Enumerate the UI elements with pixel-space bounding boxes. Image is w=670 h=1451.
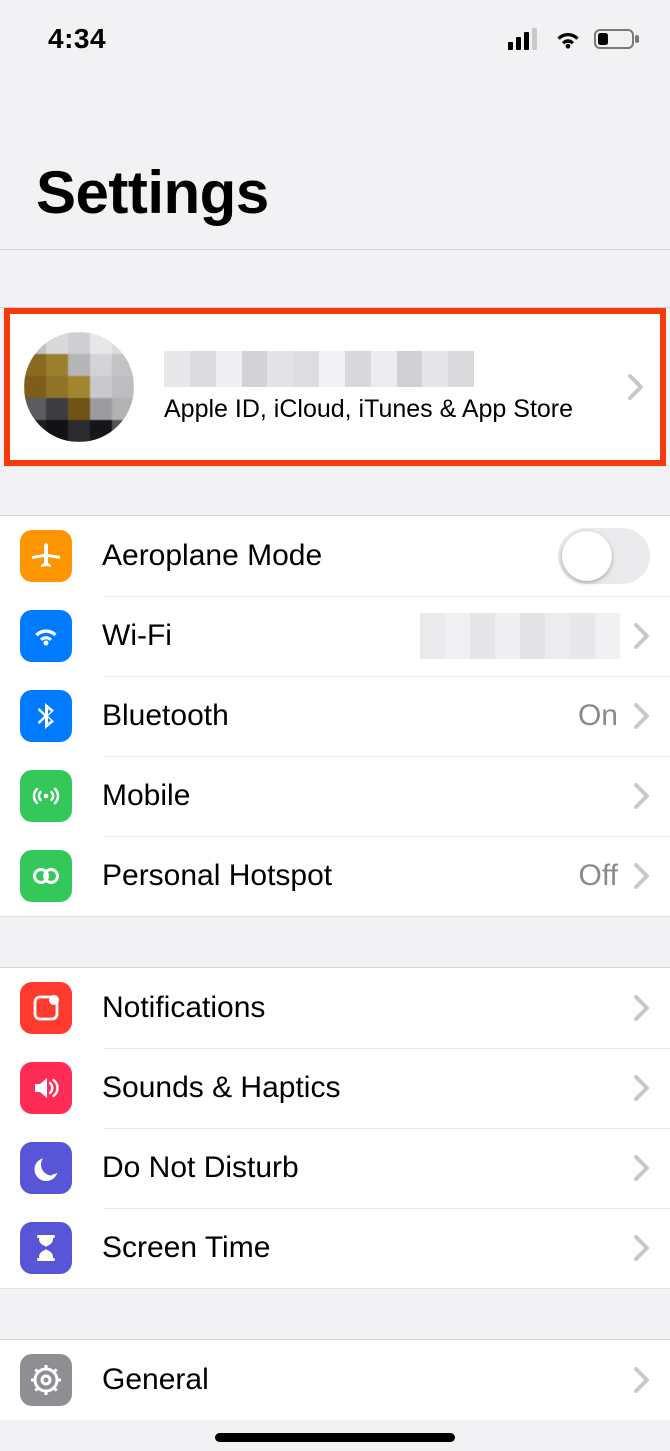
chevron-right-icon	[634, 1367, 650, 1393]
moon-icon	[20, 1142, 72, 1194]
avatar	[24, 332, 134, 442]
section-gap	[0, 1288, 670, 1340]
aeroplane-mode-label: Aeroplane Mode	[102, 539, 558, 573]
chevron-right-icon	[634, 863, 650, 889]
personal-hotspot-row[interactable]: Personal Hotspot Off	[0, 836, 670, 916]
bluetooth-value: On	[578, 699, 618, 733]
status-bar: 4:34	[0, 0, 670, 60]
chevron-right-icon	[634, 995, 650, 1021]
do-not-disturb-row[interactable]: Do Not Disturb	[0, 1128, 670, 1208]
mobile-row[interactable]: Mobile	[0, 756, 670, 836]
chevron-right-icon	[634, 783, 650, 809]
hotspot-icon	[20, 850, 72, 902]
section-gap	[0, 466, 670, 516]
notifications-row[interactable]: Notifications	[0, 968, 670, 1048]
wifi-row-icon	[20, 610, 72, 662]
settings-group-connectivity: Aeroplane Mode Wi-Fi Bluetooth On Mobile…	[0, 516, 670, 916]
general-row[interactable]: General	[0, 1340, 670, 1420]
aeroplane-icon	[20, 530, 72, 582]
page-title: Settings	[0, 60, 670, 250]
personal-hotspot-value: Off	[579, 859, 618, 893]
gear-icon	[20, 1354, 72, 1406]
chevron-right-icon	[634, 1155, 650, 1181]
sounds-icon	[20, 1062, 72, 1114]
mobile-label: Mobile	[102, 779, 628, 813]
status-time: 4:34	[48, 23, 106, 55]
chevron-right-icon	[634, 1235, 650, 1261]
apple-id-row-highlight: Apple ID, iCloud, iTunes & App Store	[4, 308, 666, 466]
screen-time-row[interactable]: Screen Time	[0, 1208, 670, 1288]
aeroplane-mode-row[interactable]: Aeroplane Mode	[0, 516, 670, 596]
notifications-icon	[20, 982, 72, 1034]
mobile-data-icon	[20, 770, 72, 822]
chevron-right-icon	[628, 374, 644, 400]
bluetooth-row[interactable]: Bluetooth On	[0, 676, 670, 756]
section-gap	[0, 250, 670, 308]
apple-id-subtitle: Apple ID, iCloud, iTunes & App Store	[164, 395, 622, 424]
bluetooth-icon	[20, 690, 72, 742]
screen-time-label: Screen Time	[102, 1231, 628, 1265]
wifi-icon	[552, 28, 584, 50]
settings-group-general: General	[0, 1340, 670, 1420]
notifications-label: Notifications	[102, 991, 628, 1025]
settings-group-notifications: Notifications Sounds & Haptics Do Not Di…	[0, 968, 670, 1288]
section-gap	[0, 916, 670, 968]
chevron-right-icon	[634, 703, 650, 729]
account-name-redacted	[164, 351, 474, 387]
wifi-row[interactable]: Wi-Fi	[0, 596, 670, 676]
status-icons	[508, 28, 640, 50]
chevron-right-icon	[634, 623, 650, 649]
sounds-label: Sounds & Haptics	[102, 1071, 628, 1105]
wifi-network-redacted	[420, 613, 620, 659]
sounds-row[interactable]: Sounds & Haptics	[0, 1048, 670, 1128]
bluetooth-label: Bluetooth	[102, 699, 578, 733]
home-indicator	[215, 1433, 455, 1442]
general-label: General	[102, 1363, 628, 1397]
wifi-label: Wi-Fi	[102, 619, 420, 653]
chevron-right-icon	[634, 1075, 650, 1101]
aeroplane-mode-toggle[interactable]	[558, 528, 650, 584]
personal-hotspot-label: Personal Hotspot	[102, 859, 579, 893]
apple-id-row[interactable]: Apple ID, iCloud, iTunes & App Store	[10, 314, 660, 460]
cellular-icon	[508, 28, 542, 50]
hourglass-icon	[20, 1222, 72, 1274]
do-not-disturb-label: Do Not Disturb	[102, 1151, 628, 1185]
battery-icon	[594, 28, 640, 50]
